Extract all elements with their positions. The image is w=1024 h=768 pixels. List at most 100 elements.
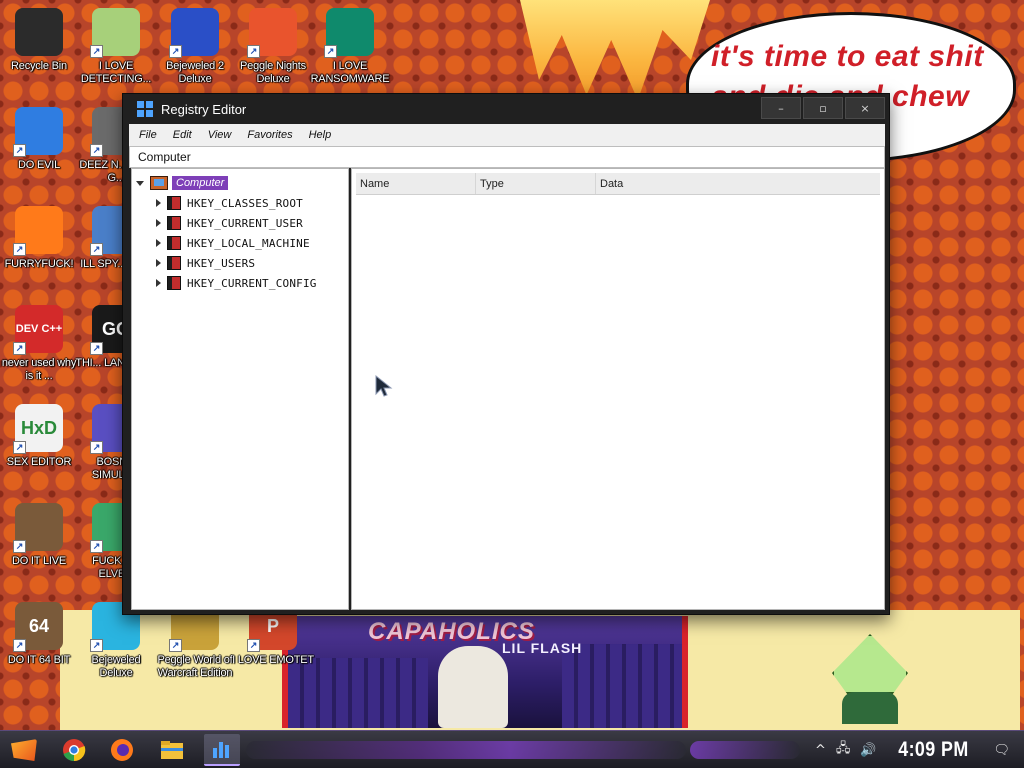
- close-button[interactable]: ×: [845, 97, 885, 119]
- tree-children: HKEY_CLASSES_ROOT HKEY_CURRENT_USER HKEY…: [156, 193, 317, 293]
- character-head: [832, 634, 908, 694]
- column-name[interactable]: Name: [356, 173, 476, 194]
- menu-file[interactable]: File: [131, 124, 165, 146]
- desktop-icon-bejeweled-2-deluxe[interactable]: ↗ Bejeweled 2 Deluxe: [153, 8, 237, 86]
- portrait-icon: 64 ↗: [13, 602, 63, 652]
- taskbar-file-explorer[interactable]: [154, 734, 190, 766]
- shortcut-arrow-icon: ↗: [13, 243, 26, 256]
- shortcut-arrow-icon: ↗: [13, 639, 26, 652]
- expand-arrow-icon[interactable]: [156, 199, 161, 207]
- show-hidden-icons-icon[interactable]: ^: [815, 743, 826, 758]
- desktop-icon-i-love-detecting[interactable]: ↗ I LOVE DETECTING...: [74, 8, 158, 86]
- shortcut-arrow-icon: ↗: [13, 540, 26, 553]
- character-body: [842, 692, 898, 724]
- network-icon[interactable]: 🖧: [836, 739, 851, 761]
- tree-node-hkey-current-user[interactable]: HKEY_CURRENT_USER: [156, 213, 317, 233]
- key-tree-pane[interactable]: Computer HKEY_CLASSES_ROOT HKEY_CURRENT_…: [131, 168, 349, 610]
- desktop-icon-label: SEX EDITOR: [6, 456, 72, 468]
- notifications-icon[interactable]: 🗨: [993, 743, 1010, 758]
- desktop-icon-do-evil[interactable]: ↗ DO EVIL: [0, 107, 81, 172]
- chrome-icon: [63, 739, 86, 762]
- shortcut-arrow-icon: ↗: [324, 45, 337, 58]
- tree-node-computer[interactable]: Computer: [136, 173, 229, 193]
- cartoon-icon: ↗: [90, 8, 140, 58]
- icon-glyph-text: P: [266, 615, 279, 636]
- menu-view[interactable]: View: [200, 124, 240, 146]
- shortcut-arrow-icon: ↗: [90, 639, 103, 652]
- tree-root-label: Computer: [172, 176, 229, 190]
- album-buildings-right: [562, 644, 682, 728]
- desktop-icon-label: I LOVE EMOTET: [232, 654, 314, 666]
- desktop-icon-label: Recycle Bin: [11, 60, 67, 72]
- shortcut-arrow-icon: ↗: [90, 342, 103, 355]
- recycle-bin-icon: [15, 8, 63, 56]
- firefox-icon: ↗: [13, 206, 63, 256]
- menu-help[interactable]: Help: [301, 124, 340, 146]
- values-list-pane[interactable]: Name Type Data: [351, 168, 885, 610]
- expand-arrow-icon[interactable]: [156, 219, 161, 227]
- start-button[interactable]: [8, 735, 40, 765]
- shortcut-arrow-icon: ↗: [90, 441, 103, 454]
- desktop-icon-dev-cpp[interactable]: DEV C++ ↗ never used why is it ...: [0, 305, 81, 383]
- maximize-button[interactable]: ▫: [803, 97, 843, 119]
- mouse-pointer-icon: [375, 374, 393, 397]
- desktop-icon-do-it-live[interactable]: ↗ DO IT LIVE: [0, 503, 81, 568]
- tree-node-hkey-users[interactable]: HKEY_USERS: [156, 253, 317, 273]
- menu-edit[interactable]: Edit: [165, 124, 200, 146]
- expand-arrow-icon[interactable]: [156, 239, 161, 247]
- column-data[interactable]: Data: [596, 173, 880, 194]
- registry-folder-icon: [167, 256, 181, 270]
- tree-node-hkey-current-config[interactable]: HKEY_CURRENT_CONFIG: [156, 273, 317, 293]
- column-header: Name Type Data: [356, 173, 880, 195]
- devcpp-icon: DEV C++ ↗: [13, 305, 63, 355]
- registry-folder-icon: [167, 236, 181, 250]
- taskbar-firefox[interactable]: [104, 734, 140, 766]
- taskbar-clock[interactable]: 4:09 PM: [898, 738, 968, 762]
- icon-glyph-text: HxD: [20, 417, 57, 438]
- desktop-icon-furryfuck[interactable]: ↗ FURRYFUCK!: [0, 206, 81, 271]
- expand-arrow-icon[interactable]: [156, 279, 161, 287]
- desktop-icon-recycle-bin[interactable]: Recycle Bin: [0, 8, 81, 73]
- tree-node-label: HKEY_LOCAL_MACHINE: [187, 236, 310, 250]
- menu-favorites[interactable]: Favorites: [239, 124, 300, 146]
- taskbar-registry-editor[interactable]: [204, 734, 240, 766]
- desktop-icon-i-love-ransomware[interactable]: ↗ I LOVE RANSOMWARE: [308, 8, 392, 86]
- volume-icon[interactable]: 🔊: [860, 743, 876, 758]
- title-bar[interactable]: Registry Editor – ▫ ×: [123, 94, 889, 124]
- tree-node-hkey-classes-root[interactable]: HKEY_CLASSES_ROOT: [156, 193, 317, 213]
- minimize-button[interactable]: –: [761, 97, 801, 119]
- taskbar-chrome[interactable]: [56, 734, 92, 766]
- desktop-icon-label: I LOVE RANSOMWARE: [310, 60, 390, 85]
- desktop-icon-label: FURRYFUCK!: [4, 258, 74, 270]
- menu-bar: File Edit View Favorites Help: [129, 124, 885, 146]
- shortcut-arrow-icon: ↗: [90, 45, 103, 58]
- wallpaper-character: [832, 634, 908, 724]
- folder-icon: [161, 741, 183, 759]
- collapse-arrow-icon[interactable]: [136, 180, 144, 186]
- shortcut-arrow-icon: ↗: [247, 45, 260, 58]
- regedit-icon: [137, 101, 153, 117]
- system-tray: ^ 🖧 🔊 4:09 PM 🗨: [810, 731, 1024, 768]
- desktop-icon-label: DO IT 64 BIT: [7, 654, 71, 666]
- desktop-icon-label: never used why is it ...: [1, 357, 77, 382]
- desktop-icon-label: I LOVE DETECTING...: [80, 60, 152, 85]
- tree-node-hkey-local-machine[interactable]: HKEY_LOCAL_MACHINE: [156, 233, 317, 253]
- shortcut-arrow-icon: ↗: [90, 144, 103, 157]
- desktop-icon-label: Bejeweled 2 Deluxe: [166, 60, 224, 85]
- taskbar-decoration: [246, 741, 686, 759]
- album-buildings-left: [288, 658, 428, 728]
- address-bar[interactable]: Computer: [129, 146, 885, 168]
- desktop-icon-do-it-64-bit[interactable]: 64 ↗ DO IT 64 BIT: [0, 602, 81, 667]
- expand-arrow-icon[interactable]: [156, 259, 161, 267]
- tree-node-label: HKEY_CLASSES_ROOT: [187, 196, 303, 210]
- column-type[interactable]: Type: [476, 173, 596, 194]
- shortcut-arrow-icon: ↗: [169, 639, 182, 652]
- shortcut-arrow-icon: ↗: [13, 342, 26, 355]
- wallpaper-album-art: CAPAHOLICS LIL FLASH: [282, 616, 688, 728]
- gem-icon: ↗: [169, 8, 219, 58]
- shortcut-arrow-icon: ↗: [13, 441, 26, 454]
- desktop-icon-sex-editor[interactable]: HxD ↗ SEX EDITOR: [0, 404, 81, 469]
- shortcut-arrow-icon: ↗: [90, 540, 103, 553]
- registry-editor-window: Registry Editor – ▫ × File Edit View Fav…: [122, 93, 890, 615]
- desktop-icon-peggle-nights-deluxe[interactable]: ↗ Peggle Nights Deluxe: [231, 8, 315, 86]
